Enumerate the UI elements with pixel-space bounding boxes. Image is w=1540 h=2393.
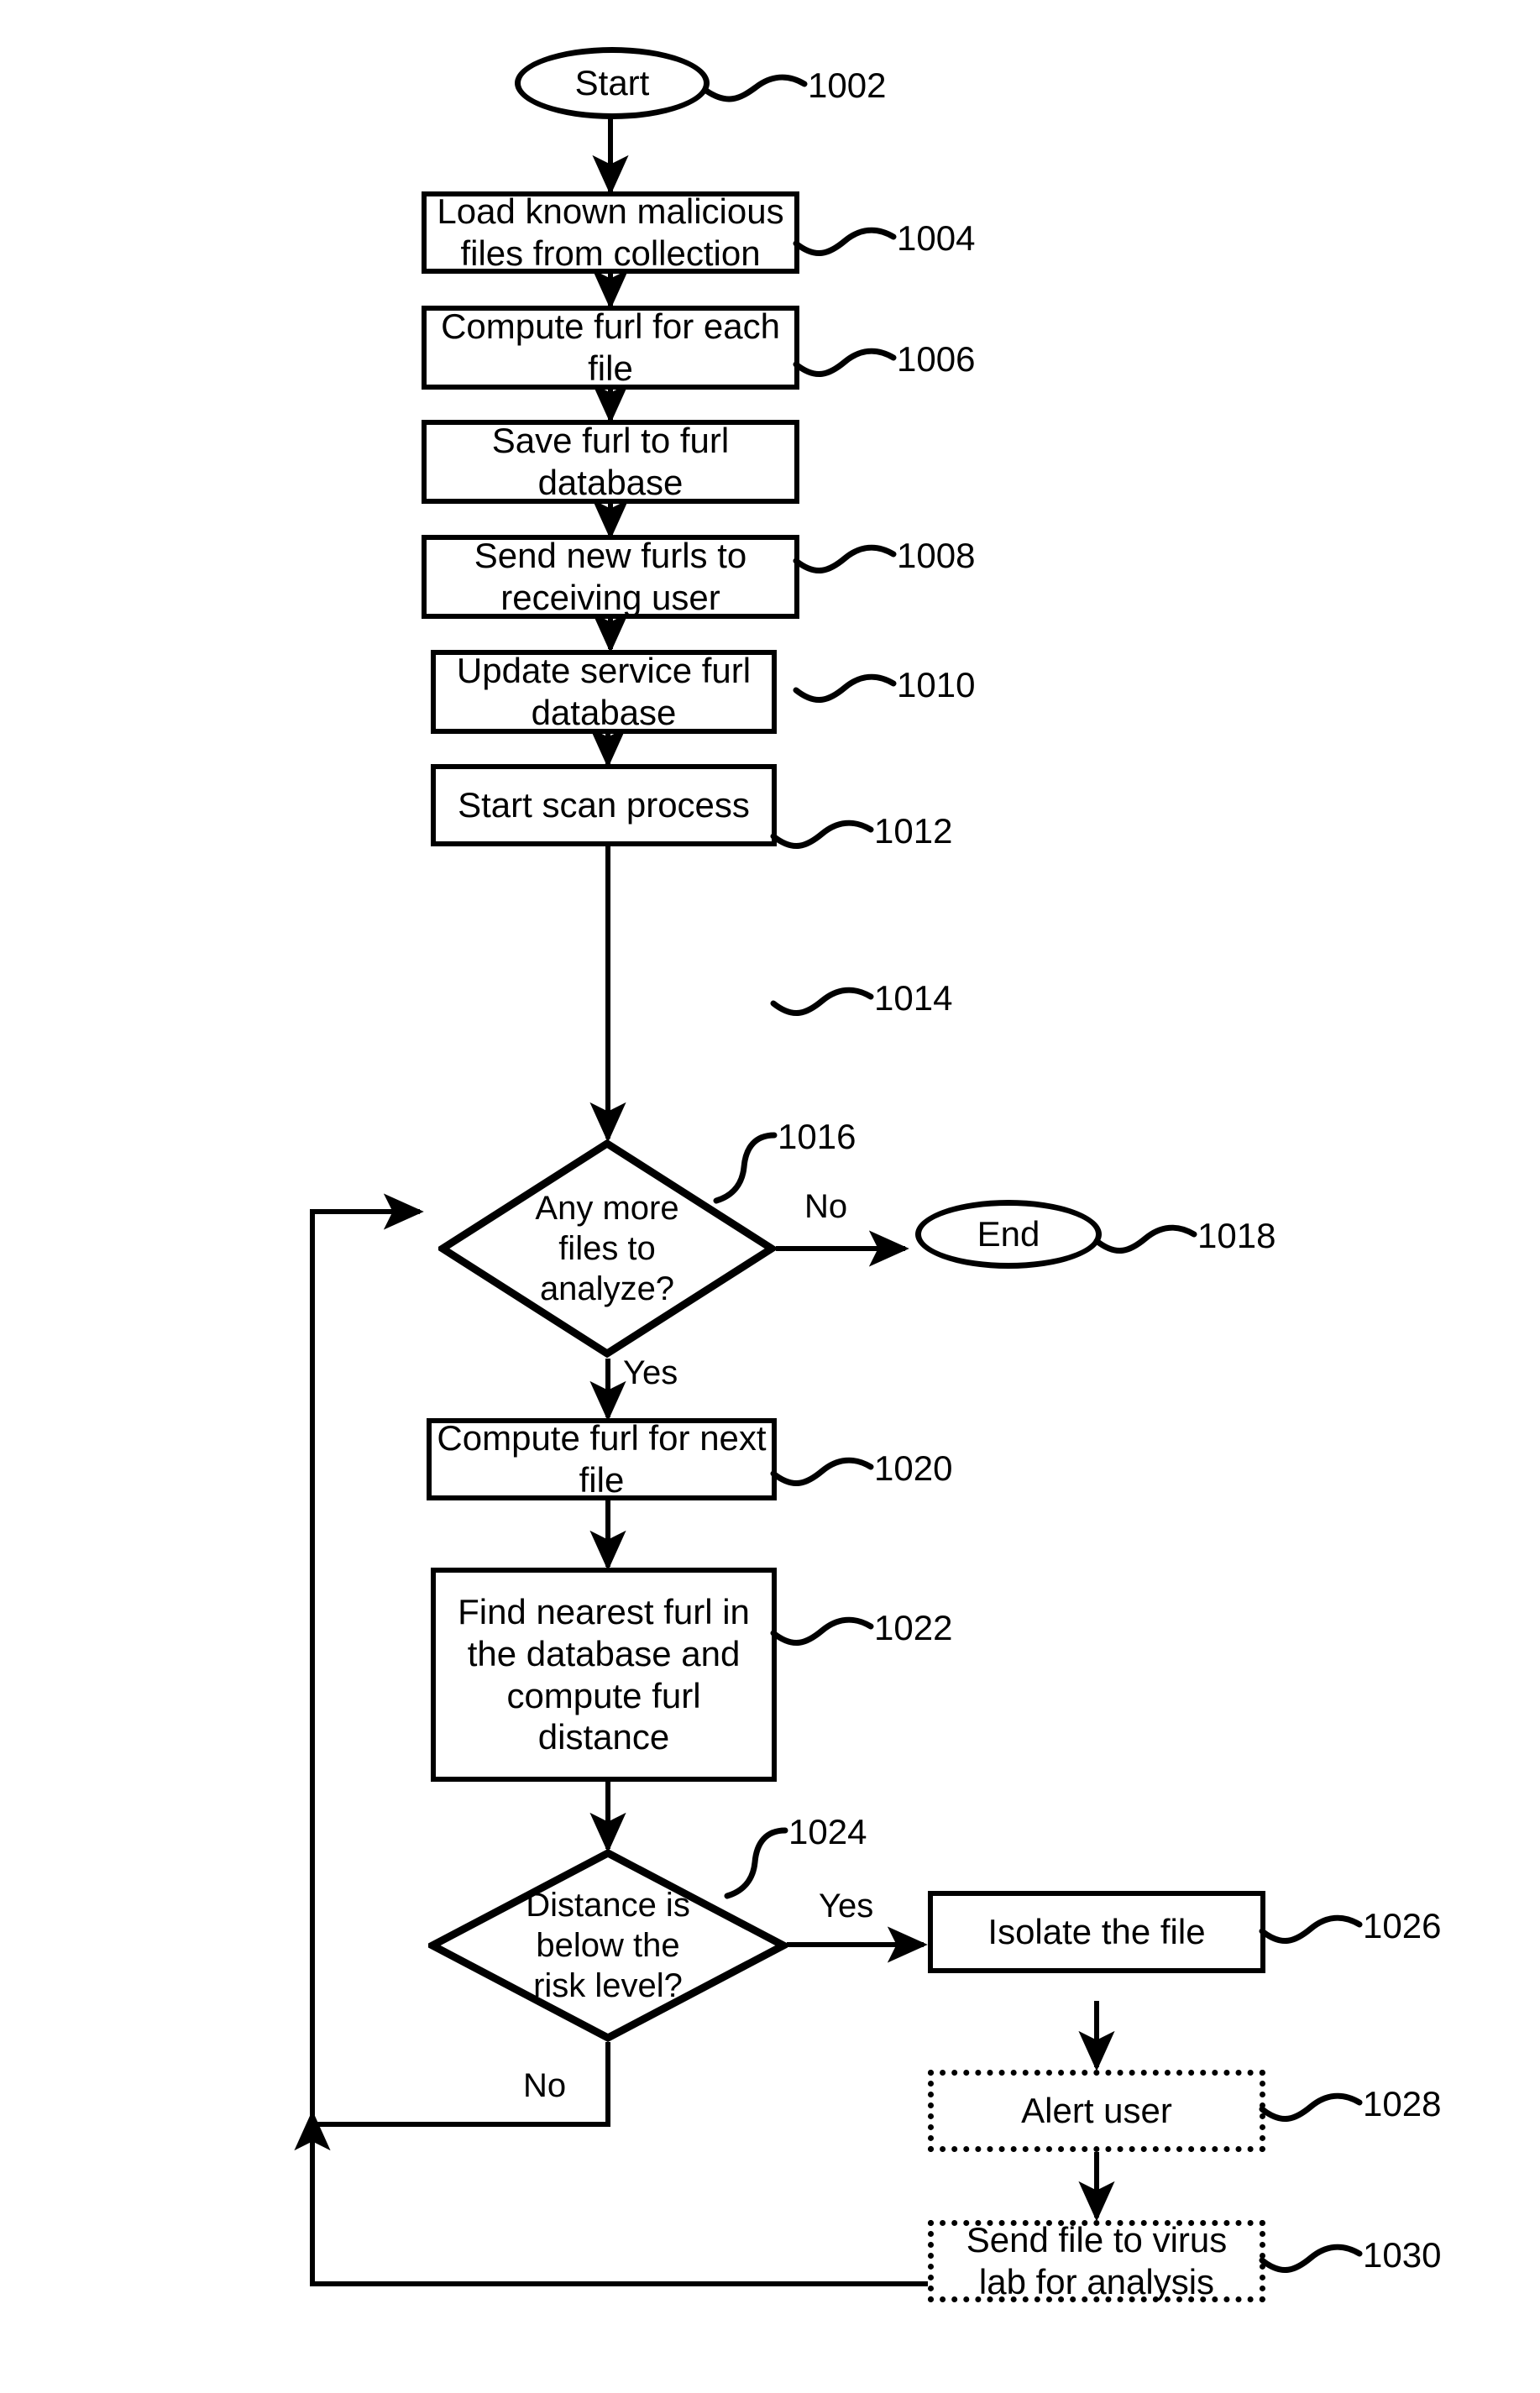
update-service-db-label: Update service furl database xyxy=(456,651,752,732)
process-find-nearest: Find nearest furl in the database and co… xyxy=(431,1568,777,1782)
compute-furl-next-label: Compute furl for next file xyxy=(437,1418,767,1500)
edge-label-distance-yes: Yes xyxy=(819,1888,874,1924)
start-scan-label: Start scan process xyxy=(458,785,750,825)
edge-label-any-more-yes: Yes xyxy=(623,1354,678,1391)
edge-label-distance-no: No xyxy=(523,2067,567,2104)
alert-user-label: Alert user xyxy=(1021,2091,1172,2131)
decision-any-more-files: Any more files to analyze? xyxy=(438,1139,776,1358)
edge-viruslab-return xyxy=(310,2162,930,2286)
find-nearest-label: Find nearest furl in the database and co… xyxy=(458,1592,750,1757)
distance-below-risk-label: Distance is below the risk level? xyxy=(526,1887,690,2004)
ref-numeral-1002: 1002 xyxy=(808,65,887,105)
ref-numeral-1028: 1028 xyxy=(1363,2084,1442,2123)
ref-numeral-1016: 1016 xyxy=(778,1117,856,1156)
save-furl-label: Save furl to furl database xyxy=(491,421,730,502)
send-furls-label: Send new furls to receiving user xyxy=(474,536,747,617)
end-label: End xyxy=(977,1214,1040,1254)
ref-numeral-1006: 1006 xyxy=(897,339,976,379)
ref-numeral-1012: 1012 xyxy=(874,811,953,851)
compute-furl-each-label: Compute furl for each file xyxy=(441,306,780,388)
ref-numeral-1008: 1008 xyxy=(897,536,976,575)
load-files-label: Load known malicious files from collecti… xyxy=(437,191,784,273)
process-alert-user: Alert user xyxy=(928,2070,1265,2152)
process-load-files: Load known malicious files from collecti… xyxy=(422,191,799,274)
ref-numeral-1024: 1024 xyxy=(788,1812,867,1851)
send-virus-lab-label: Send file to virus lab for analysis xyxy=(966,2220,1228,2301)
ref-numeral-1010: 1010 xyxy=(897,665,976,704)
decision-distance-below-risk: Distance is below the risk level? xyxy=(428,1849,788,2042)
process-update-service-db: Update service furl database xyxy=(431,650,777,734)
edge-label-any-more-no: No xyxy=(804,1188,848,1225)
process-compute-furl-next: Compute furl for next file xyxy=(427,1418,777,1500)
process-compute-furl-each: Compute furl for each file xyxy=(422,306,799,390)
process-save-furl: Save furl to furl database xyxy=(422,420,799,504)
process-start-scan: Start scan process xyxy=(431,764,777,846)
ref-numeral-1004: 1004 xyxy=(897,218,976,258)
isolate-file-label: Isolate the file xyxy=(987,1912,1206,1952)
ref-numeral-1030: 1030 xyxy=(1363,2235,1442,2275)
start-terminator: Start xyxy=(515,47,710,119)
ref-numeral-1026: 1026 xyxy=(1363,1906,1442,1945)
process-isolate-file: Isolate the file xyxy=(928,1891,1265,1973)
any-more-files-label: Any more files to analyze? xyxy=(535,1190,679,1307)
process-send-virus-lab: Send file to virus lab for analysis xyxy=(928,2220,1265,2302)
ref-numeral-1018: 1018 xyxy=(1197,1216,1276,1255)
flowchart-canvas: Start Load known malicious files from co… xyxy=(0,0,1540,2393)
ref-numeral-1014: 1014 xyxy=(874,978,953,1018)
ref-numeral-1020: 1020 xyxy=(874,1448,953,1488)
ref-numeral-1022: 1022 xyxy=(874,1608,953,1647)
end-terminator: End xyxy=(915,1200,1102,1269)
start-label: Start xyxy=(574,63,650,103)
process-send-furls: Send new furls to receiving user xyxy=(422,535,799,619)
edge-loop-return-to-decision xyxy=(310,1193,424,2124)
